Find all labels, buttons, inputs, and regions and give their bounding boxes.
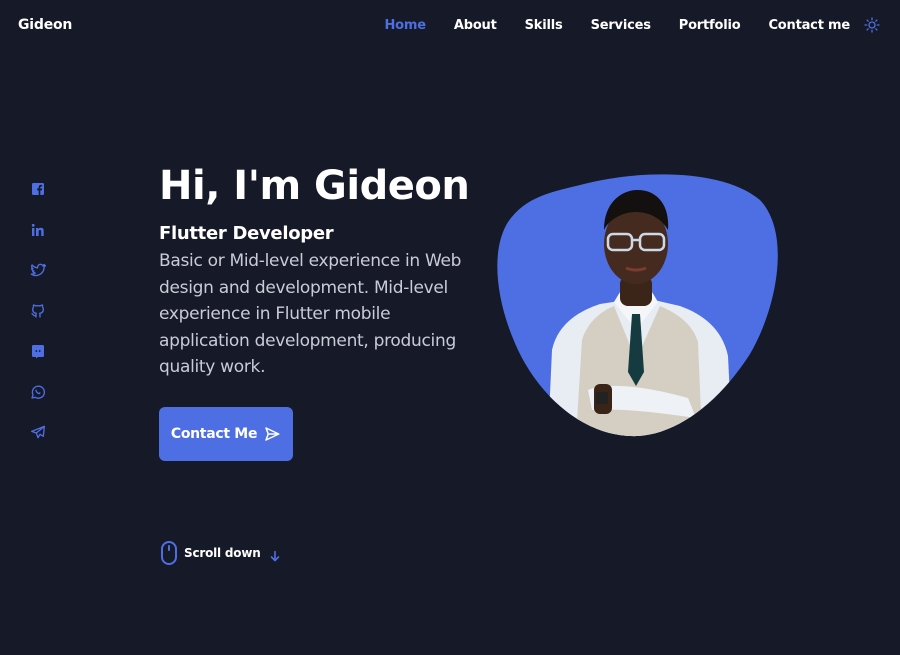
whatsapp-icon[interactable] [29,383,47,401]
facebook-icon[interactable] [29,180,47,198]
social-links [29,180,47,464]
nav-services[interactable]: Services [591,18,651,33]
arrow-down-icon [269,547,281,562]
top-navbar: Gideon Home About Skills Services Portfo… [0,0,900,52]
nav-home[interactable]: Home [384,18,426,33]
nav-about[interactable]: About [454,18,497,33]
linkedin-icon[interactable] [29,221,47,239]
discord-icon[interactable] [29,342,47,360]
hero-title: Hi, I'm Gideon [159,163,470,209]
contact-me-button[interactable]: Contact Me [159,407,293,461]
github-icon[interactable] [29,302,47,320]
scroll-down-label: Scroll down [184,546,261,560]
contact-me-label: Contact Me [170,426,258,442]
nav-contact[interactable]: Contact me [768,18,850,33]
nav-portfolio[interactable]: Portfolio [679,18,741,33]
main-nav: Home About Skills Services Portfolio Con… [356,17,880,33]
telegram-icon[interactable] [29,423,47,441]
scroll-down-link[interactable]: Scroll down [160,541,281,565]
hero-subtitle: Flutter Developer [159,223,334,244]
mouse-icon [160,541,178,565]
nav-skills[interactable]: Skills [525,18,563,33]
hero-description: Basic or Mid-level experience in Web des… [159,251,462,377]
sun-icon[interactable] [864,17,880,33]
brand-logo[interactable]: Gideon [18,17,72,33]
send-icon [265,427,280,441]
profile-image [496,172,778,438]
twitter-icon[interactable] [29,261,47,279]
